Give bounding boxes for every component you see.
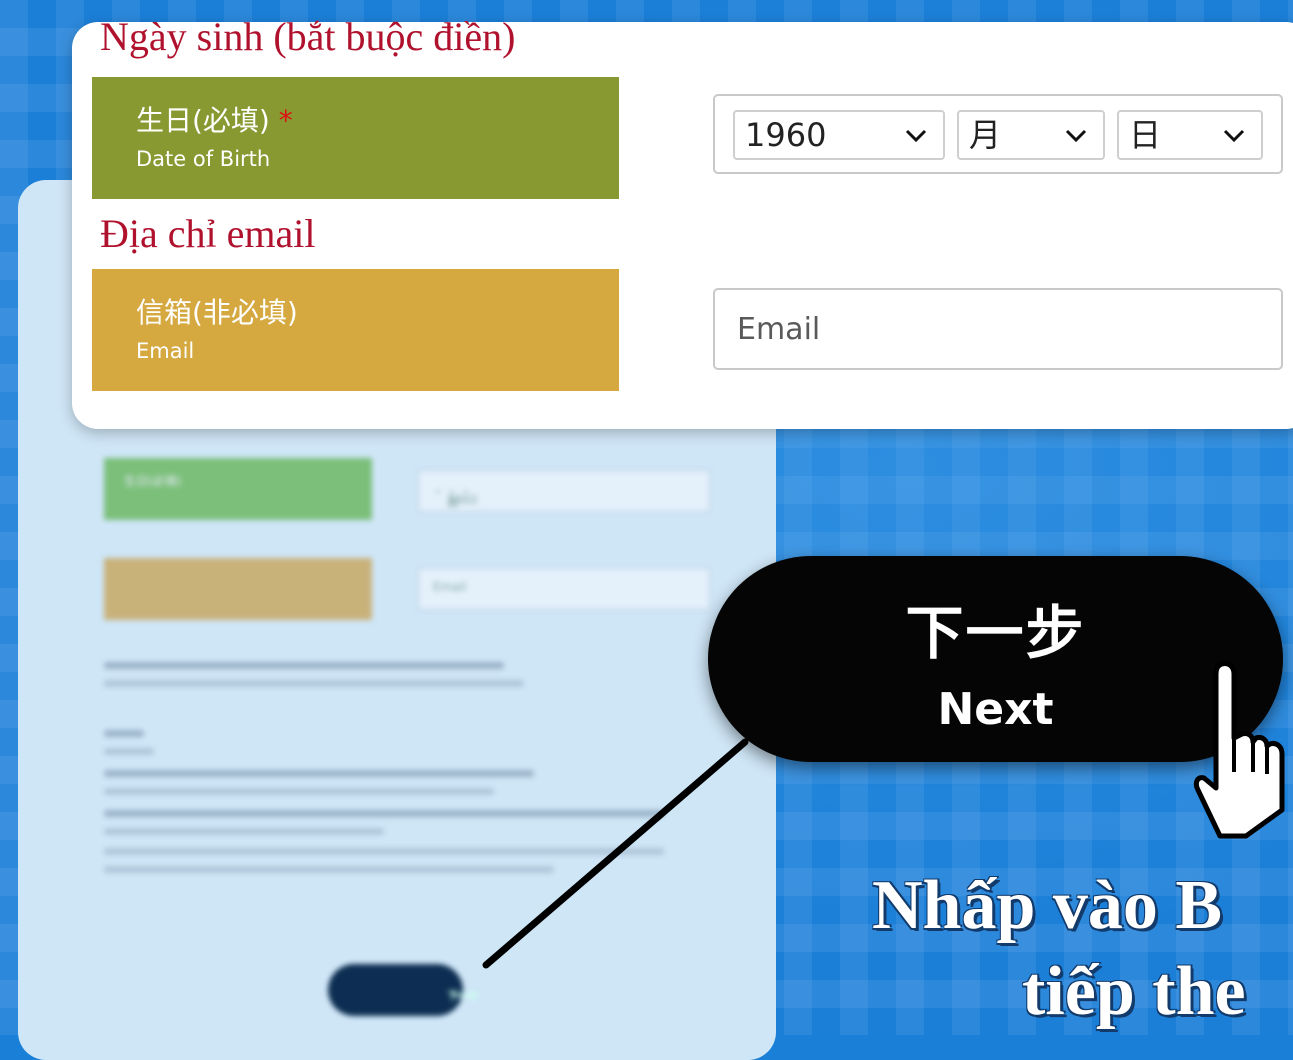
blurred-text-line bbox=[104, 680, 524, 687]
blurred-next-button: 下一步 Next bbox=[328, 964, 480, 1016]
blurred-text-line bbox=[104, 848, 664, 855]
required-asterisk: * bbox=[278, 104, 293, 137]
email-label-chinese: 信箱(非必填) bbox=[136, 296, 298, 329]
chevron-down-icon bbox=[903, 112, 929, 173]
blurred-text-line bbox=[104, 730, 144, 737]
next-label-chinese: 下一步 bbox=[905, 599, 1086, 667]
chevron-down-icon bbox=[1221, 112, 1247, 173]
email-label-box: 信箱(非必填) Email bbox=[92, 269, 619, 391]
hand-pointer-icon bbox=[1193, 661, 1285, 839]
blurred-text-line bbox=[104, 748, 154, 755]
day-select[interactable]: 日 bbox=[1117, 110, 1263, 160]
blurred-text-line bbox=[104, 770, 534, 777]
instruction-line-1: Nhấp vào B bbox=[872, 867, 1223, 944]
blurred-text-line bbox=[104, 866, 554, 873]
dob-label-box: 生日(必填) * Date of Birth bbox=[92, 77, 619, 199]
dob-label-english: Date of Birth bbox=[136, 147, 271, 171]
dob-select-group: 1960 月 日 bbox=[713, 94, 1283, 174]
dob-title-vietnamese: Ngày sinh (bắt buộc điền) bbox=[100, 14, 516, 59]
dob-label-chinese: 生日(必填) * bbox=[136, 104, 293, 137]
blurred-text-line bbox=[104, 828, 384, 835]
year-select[interactable]: 1960 bbox=[733, 110, 945, 160]
blurred-dob-select: 1960 ⌄ 月 ⌄ 日 ⌄ bbox=[418, 470, 710, 512]
blurred-text-line bbox=[104, 662, 504, 669]
blurred-dob-label: 生日(必填) bbox=[104, 458, 372, 520]
blurred-text-line bbox=[104, 788, 494, 795]
blurred-email-label bbox=[104, 558, 372, 620]
email-label-english: Email bbox=[136, 339, 195, 363]
email-field-wrapper bbox=[713, 288, 1283, 370]
chevron-down-icon bbox=[1063, 112, 1089, 173]
blurred-text-line bbox=[104, 810, 664, 817]
email-title-vietnamese: Địa chỉ email bbox=[100, 211, 316, 256]
blurred-email-field: Email bbox=[418, 568, 710, 610]
instruction-line-2: tiếp the bbox=[1022, 953, 1246, 1030]
email-input[interactable] bbox=[715, 290, 1281, 368]
month-select[interactable]: 月 bbox=[957, 110, 1105, 160]
